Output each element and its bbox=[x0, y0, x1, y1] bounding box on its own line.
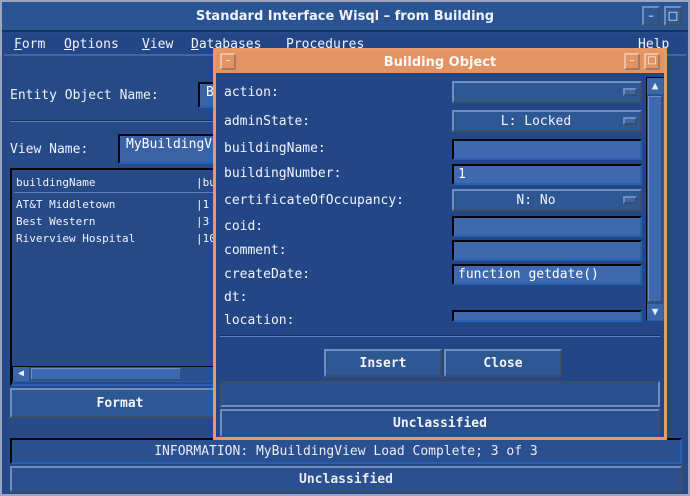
dialog-message-area bbox=[220, 381, 660, 407]
certificateofoccupancy-select[interactable]: N: No bbox=[452, 189, 642, 211]
field-label-adminstate: adminState: bbox=[224, 114, 311, 129]
buildingname-input[interactable] bbox=[452, 139, 642, 160]
scroll-thumb[interactable] bbox=[648, 96, 662, 302]
close-button[interactable]: Close bbox=[444, 349, 562, 377]
column-header-buildingname[interactable]: buildingName bbox=[16, 176, 95, 189]
action-select[interactable] bbox=[452, 81, 642, 103]
coid-input[interactable] bbox=[452, 216, 642, 237]
dialog-separator bbox=[220, 335, 660, 337]
buildingnumber-input[interactable]: 1 bbox=[452, 164, 642, 185]
scroll-down-icon[interactable]: ▼ bbox=[647, 304, 663, 320]
field-label-coid: coid: bbox=[224, 219, 264, 234]
scroll-up-icon[interactable]: ▲ bbox=[647, 78, 663, 94]
dropdown-arrow-icon bbox=[623, 88, 637, 96]
entity-label: Entity Object Name: bbox=[10, 88, 159, 103]
dropdown-arrow-icon bbox=[623, 196, 637, 204]
insert-button[interactable]: Insert bbox=[324, 349, 442, 377]
adminstate-select[interactable]: L: Locked bbox=[452, 110, 642, 132]
status-message: INFORMATION: MyBuildingView Load Complet… bbox=[10, 438, 682, 464]
list-item-number: |3 bbox=[196, 215, 210, 228]
field-label-location: location: bbox=[224, 313, 295, 328]
dropdown-arrow-icon bbox=[623, 117, 637, 125]
field-label-certificateofoccupancy: certificateOfOccupancy: bbox=[224, 193, 405, 208]
list-item[interactable]: AT&T Middletown bbox=[16, 198, 115, 211]
dialog-classification-banner: Unclassified bbox=[220, 409, 660, 437]
window-title: Standard Interface Wisql – from Building bbox=[195, 8, 495, 24]
minimize-button[interactable]: – bbox=[642, 6, 660, 26]
list-item-number: |1 bbox=[196, 198, 210, 211]
menu-options[interactable]: Options bbox=[64, 37, 119, 52]
field-label-createdate: createDate: bbox=[224, 267, 311, 282]
comment-input[interactable] bbox=[452, 240, 642, 261]
field-label-action: action: bbox=[224, 85, 279, 100]
field-label-buildingnumber: buildingNumber: bbox=[224, 166, 342, 181]
createdate-input[interactable]: function getdate() bbox=[452, 264, 642, 285]
building-object-dialog: Building Object – – □ action: adminState… bbox=[213, 48, 667, 440]
menu-form[interactable]: Form bbox=[14, 37, 45, 52]
field-label-dt: dt: bbox=[224, 290, 248, 305]
format-button[interactable]: Format bbox=[10, 388, 230, 418]
scroll-left-icon[interactable]: ◀ bbox=[13, 367, 29, 381]
view-label: View Name: bbox=[10, 142, 89, 157]
list-item[interactable]: Riverview Hospital bbox=[16, 232, 135, 245]
list-item[interactable]: Best Western bbox=[16, 215, 95, 228]
field-label-comment: comment: bbox=[224, 243, 287, 258]
dialog-title: Building Object bbox=[383, 54, 497, 70]
title-bar[interactable]: Standard Interface Wisql – from Building bbox=[2, 2, 688, 32]
horizontal-scrollbar[interactable]: ◀ bbox=[12, 366, 218, 382]
maximize-button[interactable]: □ bbox=[664, 6, 682, 26]
header-divider bbox=[14, 192, 218, 193]
dialog-vertical-scrollbar[interactable]: ▲ ▼ bbox=[646, 77, 664, 321]
dialog-maximize-icon[interactable]: □ bbox=[644, 53, 660, 70]
dialog-title-bar[interactable]: Building Object bbox=[216, 51, 664, 73]
separator bbox=[10, 120, 220, 122]
field-label-buildingname: buildingName: bbox=[224, 141, 326, 156]
building-list[interactable]: buildingName |bu AT&T Middletown |1 Best… bbox=[10, 168, 222, 386]
scroll-thumb[interactable] bbox=[31, 368, 181, 380]
menu-view[interactable]: View bbox=[142, 37, 173, 52]
classification-banner: Unclassified bbox=[10, 466, 682, 492]
dialog-menu-icon[interactable]: – bbox=[220, 53, 236, 70]
dialog-minimize-icon[interactable]: – bbox=[624, 53, 640, 70]
location-input[interactable] bbox=[452, 310, 642, 322]
